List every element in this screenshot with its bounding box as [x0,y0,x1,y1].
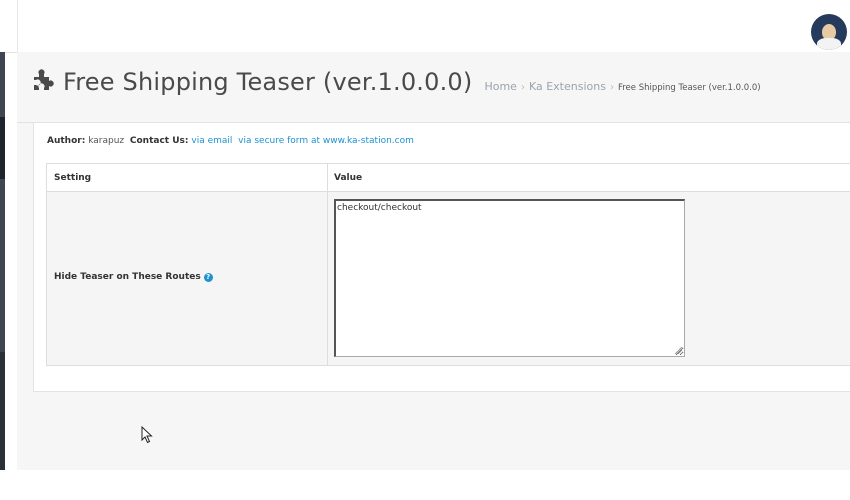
resize-grip-icon[interactable] [673,345,683,355]
setting-label-text: Hide Teaser on These Routes [54,272,201,282]
table-row: Hide Teaser on These Routes ? [46,192,850,366]
hide-routes-textarea[interactable] [334,199,685,357]
breadcrumb-ka-extensions[interactable]: Ka Extensions [529,80,606,93]
sidebar-active-item[interactable] [0,117,5,179]
author-line: Author: karapuz Contact Us: via email vi… [47,136,414,146]
breadcrumb-separator: › [609,82,614,93]
column-header-value: Value [334,173,363,183]
page-title: Free Shipping Teaser (ver.1.0.0.0) [63,68,473,96]
breadcrumb: Home › Ka Extensions › Free Shipping Tea… [484,80,760,93]
author-label: Author [47,136,82,146]
contact-label: Contact Us [129,136,185,146]
secure-form-link[interactable]: via secure form at www.ka-station.com [238,136,414,146]
user-avatar[interactable] [811,14,847,50]
author-name: karapuz [88,136,125,146]
main-content: Free Shipping Teaser (ver.1.0.0.0) Home … [17,52,850,470]
avatar-shirt [817,38,841,50]
column-header-setting: Setting [54,173,92,183]
sidebar-footer [0,352,5,470]
header-divider [17,0,18,52]
contact-colon: : [184,136,189,146]
page-bottom [0,470,850,500]
top-header [0,0,850,53]
sidebar-edge[interactable] [0,52,5,470]
email-link[interactable]: via email [191,136,232,146]
table-header: Setting Value [46,163,850,193]
question-circle-icon[interactable]: ? [203,272,213,282]
breadcrumb-current[interactable]: Free Shipping Teaser (ver.1.0.0.0) [618,83,761,93]
page-title-row: Free Shipping Teaser (ver.1.0.0.0) Home … [31,66,761,106]
column-divider [327,192,328,365]
author-colon: : [81,136,86,146]
breadcrumb-separator: › [520,82,525,93]
puzzle-icon [31,68,57,92]
column-divider [327,164,328,191]
settings-panel: Author: karapuz Contact Us: via email vi… [33,122,850,392]
breadcrumb-home[interactable]: Home [484,80,516,93]
setting-label: Hide Teaser on These Routes ? [54,272,213,282]
page-header: Free Shipping Teaser (ver.1.0.0.0) Home … [17,52,850,123]
mouse-cursor-icon [141,426,153,444]
